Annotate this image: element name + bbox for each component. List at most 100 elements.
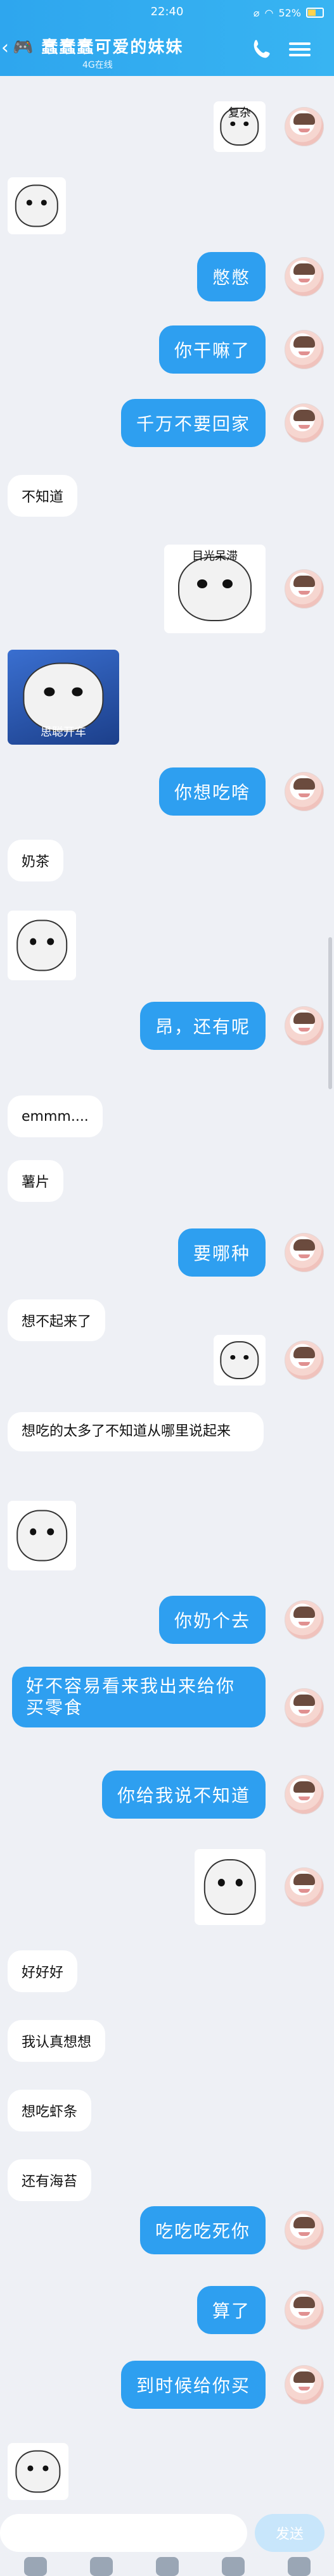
mute-icon: ⌀ (253, 6, 260, 19)
sticker-face-icon (15, 184, 59, 227)
back-icon[interactable]: ‹ (1, 37, 9, 59)
message-row: 我认真想想 (0, 2020, 334, 2062)
message-row (0, 2443, 334, 2500)
message-row: 你奶个去 (0, 1596, 334, 1644)
message-row: 千万不要回家 (0, 399, 334, 447)
sticker-caption: 思聪开车 (41, 726, 86, 739)
sticker-image[interactable] (8, 2443, 68, 2500)
outgoing-message[interactable]: 好不容易看来我出来给你买零食 (12, 1667, 266, 1727)
message-row: 薯片 (0, 1160, 334, 1202)
incoming-message[interactable]: 想吃虾条 (8, 2090, 92, 2131)
outgoing-message[interactable]: 算了 (196, 2286, 266, 2334)
outgoing-message[interactable]: 你奶个去 (158, 1596, 266, 1644)
phone-icon[interactable] (250, 37, 275, 62)
my-avatar[interactable] (285, 330, 324, 369)
message-row: 还有海苔 (0, 2159, 334, 2201)
sticker-caption: 复杂 (228, 106, 251, 120)
message-row: 思聪开车 (0, 650, 334, 745)
sticker-image[interactable] (8, 177, 66, 234)
message-row: 昂，还有呢 (0, 1002, 334, 1050)
message-row: 你想吃啥 (0, 767, 334, 816)
gift-icon[interactable] (156, 2557, 179, 2576)
sticker-face-icon (220, 1341, 259, 1379)
wifi-icon: ◠ (264, 6, 274, 19)
incoming-message[interactable]: 想吃的太多了不知道从哪里说起来 (8, 1412, 264, 1451)
sticker-image[interactable] (214, 1335, 266, 1386)
message-row: 目光呆滞 (0, 545, 334, 633)
message-row: 到时候给你买 (0, 2361, 334, 2409)
message-row (0, 177, 334, 234)
my-avatar[interactable] (285, 1341, 324, 1380)
my-avatar[interactable] (285, 1006, 324, 1045)
message-row: 算了 (0, 2286, 334, 2334)
my-avatar[interactable] (285, 2365, 324, 2404)
outgoing-message[interactable]: 憋憋 (196, 252, 266, 301)
message-row: 憋憋 (0, 252, 334, 301)
battery-text: 52% (278, 6, 301, 19)
chat-subtitle: 4G在线 (82, 60, 113, 70)
emoji-icon[interactable] (222, 2557, 245, 2576)
message-list: 复杂憋憋你干嘛了千万不要回家 不知道目光呆滞思聪开车你想吃啥奶茶昂，还有呢 emmm… (0, 76, 334, 2508)
message-row: 你干嘛了 (0, 325, 334, 374)
my-avatar[interactable] (285, 107, 324, 146)
incoming-message[interactable]: 不知道 (8, 475, 78, 517)
outgoing-message[interactable]: 吃吃吃死你 (139, 2206, 266, 2254)
camera-icon[interactable] (90, 2557, 113, 2576)
input-bar: 发送 (0, 2508, 334, 2576)
sticker-image[interactable]: 复杂 (214, 101, 266, 152)
incoming-message[interactable]: 我认真想想 (8, 2020, 106, 2062)
message-row (0, 911, 334, 980)
incoming-message[interactable]: 薯片 (8, 1160, 64, 1202)
sticker-face-icon (16, 1510, 67, 1562)
message-row (0, 1501, 334, 1570)
sticker-image[interactable]: 目光呆滞 (164, 545, 266, 633)
message-row: 好好好 (0, 1950, 334, 1992)
image-icon[interactable] (24, 2557, 47, 2576)
my-avatar[interactable] (285, 1775, 324, 1814)
my-avatar[interactable] (285, 403, 324, 443)
scrollbar[interactable] (328, 937, 332, 1089)
send-button[interactable]: 发送 (255, 2514, 324, 2552)
sticker-caption: 目光呆滞 (192, 550, 238, 563)
message-row (0, 1335, 334, 1386)
my-avatar[interactable] (285, 257, 324, 296)
outgoing-message[interactable]: 要哪种 (177, 1228, 266, 1277)
message-row: 你给我说不知道 (0, 1771, 334, 1819)
outgoing-message[interactable]: 昂，还有呢 (139, 1002, 266, 1050)
sticker-image[interactable]: 思聪开车 (8, 650, 119, 745)
incoming-message[interactable]: 奶茶 (8, 840, 64, 881)
incoming-message[interactable]: 好好好 (8, 1950, 78, 1992)
message-row: 想吃虾条 (0, 2090, 334, 2131)
message-row: 吃吃吃死你 (0, 2206, 334, 2254)
my-avatar[interactable] (285, 1600, 324, 1639)
my-avatar[interactable] (285, 2211, 324, 2250)
my-avatar[interactable] (285, 772, 324, 811)
message-row: emmm.... (0, 1095, 334, 1137)
my-avatar[interactable] (285, 2290, 324, 2330)
menu-icon[interactable] (289, 39, 311, 58)
my-avatar[interactable] (285, 569, 324, 609)
sticker-image[interactable] (8, 1501, 76, 1570)
battery-icon (306, 8, 324, 18)
plus-icon[interactable] (288, 2557, 311, 2576)
outgoing-message[interactable]: 你给我说不知道 (101, 1771, 266, 1819)
my-avatar[interactable] (285, 1867, 324, 1907)
my-avatar[interactable] (285, 1688, 324, 1727)
sticker-face-icon (15, 2450, 61, 2493)
sticker-face-icon (203, 1859, 257, 1915)
outgoing-message[interactable]: 你想吃啥 (158, 767, 266, 816)
incoming-message[interactable]: emmm.... (8, 1095, 103, 1137)
message-row: 好不容易看来我出来给你买零食 (0, 1667, 334, 1749)
message-input[interactable] (0, 2514, 247, 2552)
my-avatar[interactable] (285, 1233, 324, 1272)
incoming-message[interactable]: 还有海苔 (8, 2159, 92, 2201)
sticker-image[interactable] (8, 911, 76, 980)
chat-title: 🎮 蠢蠢蠢可爱的妹妹 (13, 38, 184, 57)
sticker-image[interactable] (195, 1849, 266, 1925)
message-row: 奶茶 (0, 840, 334, 881)
outgoing-message[interactable]: 你干嘛了 (158, 325, 266, 374)
outgoing-message[interactable]: 到时候给你买 (120, 2361, 266, 2409)
outgoing-message[interactable]: 千万不要回家 (120, 399, 266, 447)
message-row: 复杂 (0, 101, 334, 152)
message-row: 想吃的太多了不知道从哪里说起来 (0, 1412, 334, 1474)
